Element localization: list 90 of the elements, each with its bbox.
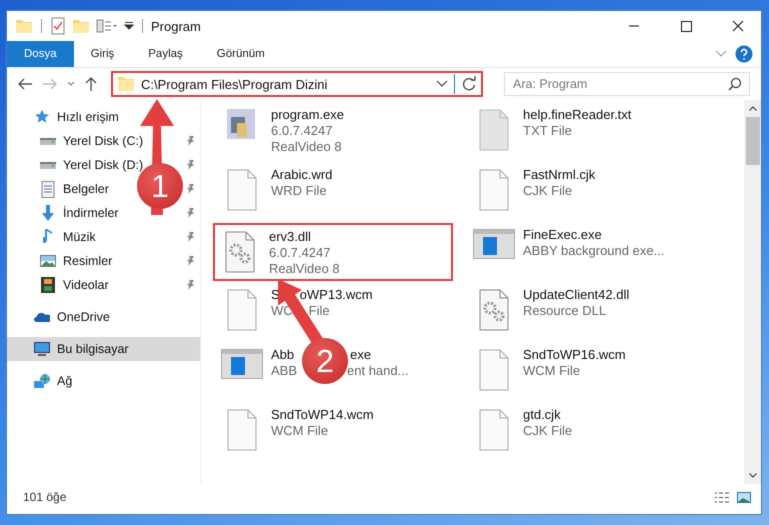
file-detail: 6.0.7.4247	[271, 123, 332, 139]
computer-icon	[34, 342, 50, 356]
file-name: UpdateClient42.dll	[523, 287, 630, 303]
details-view-icon[interactable]	[715, 492, 729, 502]
disk-icon	[39, 138, 57, 144]
file-detail: ent hand...	[347, 363, 408, 379]
file-detail: 6.0.7.4247	[269, 245, 330, 261]
sidebar-item[interactable]: OneDrive	[33, 310, 110, 324]
application-icon	[227, 109, 257, 141]
file-detail: File	[308, 303, 330, 319]
scroll-up-icon[interactable]	[748, 106, 756, 111]
recent-dropdown-icon[interactable]	[67, 81, 75, 87]
file-detail: WCM File	[271, 423, 328, 439]
file-name: SndToWP16.wcm	[523, 347, 626, 363]
sidebar-item[interactable]: Resimler	[39, 254, 112, 268]
sidebar-item[interactable]: Hızlı erişim	[33, 109, 119, 125]
document-icon	[479, 409, 509, 451]
pin-icon[interactable]	[187, 256, 195, 266]
sidebar-item[interactable]: Belgeler	[39, 180, 109, 198]
pin-icon[interactable]	[187, 160, 195, 170]
scroll-down-icon[interactable]	[748, 473, 756, 478]
window-title: Program	[151, 18, 201, 34]
file-detail: CJK File	[523, 423, 572, 439]
sidebar-item[interactable]: Ağ	[33, 374, 72, 388]
scroll-thumb[interactable]	[746, 117, 760, 165]
document-icon	[479, 109, 509, 151]
file-detail: RealVideo 8	[269, 261, 340, 277]
sidebar-item[interactable]: İndirmeler	[39, 205, 119, 221]
download-icon	[41, 205, 55, 221]
videos-icon	[41, 277, 55, 293]
pin-icon[interactable]	[187, 184, 195, 194]
file-detail: ABBY background exe...	[523, 243, 664, 259]
address-text: C:\Program Files\Program Dizini	[141, 76, 328, 92]
file-name: SndToWP14.wcm	[271, 407, 374, 423]
documents-icon	[41, 180, 55, 198]
file-name: erv3.dll	[269, 229, 311, 245]
file-name: exe	[350, 347, 372, 363]
folder-icon	[117, 76, 135, 92]
customize-icon[interactable]	[124, 22, 134, 30]
disk-icon	[39, 162, 57, 168]
document-icon	[479, 169, 509, 211]
up-icon[interactable]	[84, 76, 98, 92]
pictures-icon	[40, 255, 56, 267]
gear-document-icon	[225, 231, 255, 273]
document-icon	[227, 169, 257, 211]
document-icon	[479, 349, 509, 391]
music-icon	[43, 229, 53, 245]
file-detail: CJK File	[523, 183, 572, 199]
pin-icon[interactable]	[187, 232, 195, 242]
file-detail: RealVideo 8	[271, 139, 342, 155]
file-detail: Resource DLL	[523, 303, 606, 319]
refresh-icon[interactable]	[461, 76, 477, 92]
file-name: Abb	[271, 347, 294, 363]
sidebar-item[interactable]: Müzik	[39, 229, 96, 245]
network-icon	[34, 374, 50, 388]
file-name: FastNrml.cjk	[523, 167, 596, 183]
file-name: FineExec.exe	[523, 227, 602, 243]
view-list-icon[interactable]	[96, 19, 118, 33]
window-icon	[221, 349, 263, 379]
address-bar[interactable]: C:\Program Files\Program Dizini	[111, 71, 483, 97]
help-icon[interactable]	[735, 45, 753, 63]
ribbon-tab[interactable]: Dosya	[7, 41, 74, 67]
star-icon	[34, 109, 50, 125]
file-detail: WRD File	[271, 183, 327, 199]
file-name: help.fineReader.txt	[523, 107, 632, 123]
scrollbar[interactable]	[744, 100, 761, 484]
pin-icon[interactable]	[187, 208, 195, 218]
file-name: oWP13.wcm	[300, 287, 373, 303]
item-count: 101 öğe	[23, 490, 66, 504]
chevron-down-icon[interactable]	[436, 80, 448, 88]
file-detail: TXT File	[523, 123, 572, 139]
tiles-view-icon[interactable]	[737, 492, 751, 502]
file-name: Arabic.wrd	[271, 167, 332, 183]
file-detail: WCM File	[523, 363, 580, 379]
search-field[interactable]: Ara: Program	[504, 72, 750, 96]
sidebar-item[interactable]: Bu bilgisayar	[33, 342, 129, 356]
back-icon[interactable]	[17, 77, 33, 91]
file-name: program.exe	[271, 107, 344, 123]
sidebar-item[interactable]: Yerel Disk (C:)	[39, 134, 144, 148]
file-detail: ABB	[271, 363, 298, 379]
sidebar-item[interactable]: Videolar	[39, 277, 109, 293]
pin-icon[interactable]	[187, 280, 195, 290]
file-name: gtd.cjk	[523, 407, 561, 423]
properties-icon[interactable]	[50, 17, 66, 35]
window-icon	[473, 229, 515, 259]
gear-document-icon	[479, 289, 509, 331]
cloud-icon	[34, 312, 50, 322]
pin-icon[interactable]	[187, 136, 195, 146]
document-icon	[227, 409, 257, 451]
document-icon	[227, 289, 257, 331]
